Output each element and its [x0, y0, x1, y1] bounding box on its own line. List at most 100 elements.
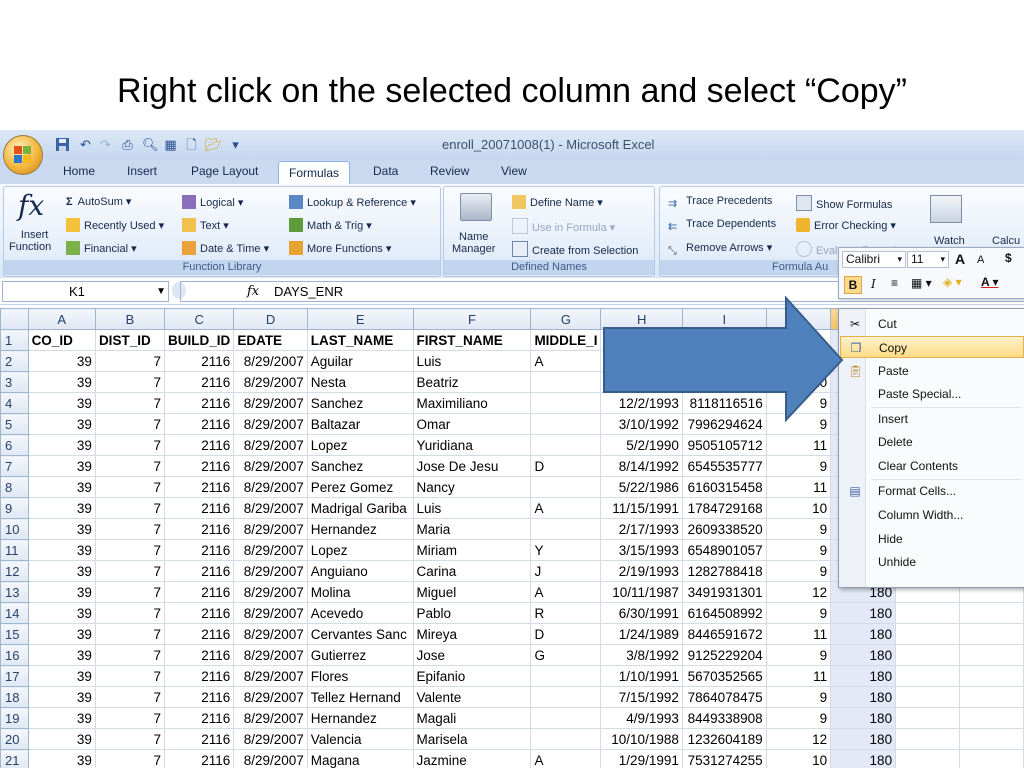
font-color-icon[interactable]: A ▾	[981, 275, 999, 289]
cell[interactable]: Epifanio	[412, 665, 532, 687]
cell[interactable]: 11	[765, 623, 832, 645]
cell[interactable]: Jose	[412, 644, 532, 666]
tab-formulas[interactable]: Formulas	[278, 161, 350, 185]
office-button[interactable]	[3, 135, 43, 175]
cell[interactable]: 3491931301	[681, 581, 767, 603]
cell[interactable]: 39	[27, 518, 96, 540]
cell[interactable]: 2116	[164, 707, 235, 729]
chart-icon[interactable]: ▦	[163, 137, 178, 152]
cell[interactable]: 2116	[164, 686, 235, 708]
trace-precedents-button[interactable]: ⇉ Trace Precedents	[668, 195, 772, 211]
menu-item-column-width[interactable]: Column Width...	[840, 504, 1024, 526]
cell[interactable]: 6548901057	[681, 539, 767, 561]
cell[interactable]	[530, 686, 602, 708]
row-header[interactable]: 8	[0, 476, 29, 498]
cell[interactable]: 39	[27, 644, 96, 666]
cell[interactable]	[530, 434, 602, 456]
row-header[interactable]: 15	[0, 623, 29, 645]
cell[interactable]: Miriam	[412, 539, 532, 561]
logical-button[interactable]: Logical ▾	[182, 195, 243, 209]
cell[interactable]	[530, 518, 602, 540]
cell[interactable]	[958, 665, 1024, 687]
cell[interactable]	[530, 371, 602, 393]
tab-home[interactable]: Home	[63, 164, 95, 178]
cell[interactable]: Jazmine	[412, 749, 532, 768]
watch-window-icon[interactable]	[930, 195, 962, 223]
cell[interactable]: 2116	[164, 602, 235, 624]
cell[interactable]	[530, 728, 602, 750]
cell[interactable]: 39	[27, 602, 96, 624]
cell[interactable]: 39	[27, 581, 96, 603]
shrink-font-button[interactable]: A	[977, 254, 984, 266]
cell[interactable]: Aguilar	[306, 350, 414, 372]
trace-dependents-button[interactable]: ⇇ Trace Dependents	[668, 218, 776, 234]
cell[interactable]: 8/29/2007	[233, 728, 308, 750]
cell[interactable]: 7	[94, 602, 166, 624]
italic-button[interactable]: I	[871, 277, 876, 291]
cell[interactable]: BUILD_ID	[164, 329, 235, 351]
cell[interactable]: A	[530, 497, 602, 519]
cell[interactable]: 8/29/2007	[233, 539, 308, 561]
cell[interactable]	[895, 644, 960, 666]
name-box[interactable]: K1 ▼	[2, 281, 169, 302]
cell[interactable]: 1232604189	[681, 728, 767, 750]
cell[interactable]: Valente	[412, 686, 532, 708]
cell[interactable]: 8446591672	[681, 623, 767, 645]
cell[interactable]	[958, 686, 1024, 708]
cell[interactable]: 11	[765, 665, 832, 687]
cell[interactable]: 7	[94, 413, 166, 435]
menu-item-paste-special[interactable]: Paste Special...	[840, 383, 1024, 405]
cell[interactable]: 39	[27, 371, 96, 393]
row-header[interactable]: 18	[0, 686, 29, 708]
cell[interactable]: 39	[27, 623, 96, 645]
cell[interactable]: Miguel	[412, 581, 532, 603]
cell[interactable]: 9	[765, 644, 832, 666]
cell[interactable]	[958, 707, 1024, 729]
cell[interactable]: Beatriz	[412, 371, 532, 393]
print-icon[interactable]: ⎙	[120, 137, 135, 152]
text-button[interactable]: Text ▾	[182, 218, 229, 232]
cell[interactable]: 7	[94, 350, 166, 372]
row-header[interactable]: 17	[0, 665, 29, 687]
cell[interactable]: J	[530, 560, 602, 582]
date-time-button[interactable]: Date & Time ▾	[182, 241, 269, 255]
cell[interactable]: 8/29/2007	[233, 518, 308, 540]
fill-color-icon[interactable]: ◈ ▾	[943, 275, 962, 289]
cell[interactable]: 8/29/2007	[233, 413, 308, 435]
cell[interactable]: 2116	[164, 644, 235, 666]
cell[interactable]: 39	[27, 350, 96, 372]
cell[interactable]: 6545535777	[681, 455, 767, 477]
cell[interactable]: 8/29/2007	[233, 749, 308, 768]
column-header[interactable]: B	[94, 308, 166, 330]
cell[interactable]: Sanchez	[306, 455, 414, 477]
menu-item-copy[interactable]: ❐ Copy	[840, 336, 1024, 358]
cell[interactable]: 7	[94, 560, 166, 582]
cell[interactable]: 6160315458	[681, 476, 767, 498]
column-header[interactable]: D	[233, 308, 308, 330]
cell[interactable]: 39	[27, 728, 96, 750]
cell[interactable]: 1/29/1991	[600, 749, 683, 768]
watch-window-button[interactable]: Watch	[934, 235, 965, 247]
row-header[interactable]: 10	[0, 518, 29, 540]
cell[interactable]: Acevedo	[306, 602, 414, 624]
cell[interactable]: Nancy	[412, 476, 532, 498]
insert-function-button[interactable]: Insert Function	[9, 229, 51, 253]
cell[interactable]: Tellez Hernand	[306, 686, 414, 708]
cell[interactable]: 4/9/1993	[600, 707, 683, 729]
cell[interactable]: D	[530, 623, 602, 645]
row-header[interactable]: 6	[0, 434, 29, 456]
cell[interactable]: 2116	[164, 665, 235, 687]
cell[interactable]: 2116	[164, 539, 235, 561]
cell[interactable]: 7864078475	[681, 686, 767, 708]
cell[interactable]: Flores	[306, 665, 414, 687]
cell[interactable]: 39	[27, 392, 96, 414]
cell[interactable]: 7	[94, 644, 166, 666]
cell[interactable]: 2116	[164, 623, 235, 645]
define-name-button[interactable]: Define Name ▾	[512, 195, 603, 209]
cell[interactable]	[895, 686, 960, 708]
cell[interactable]: 8/29/2007	[233, 371, 308, 393]
cell[interactable]: 6/30/1991	[600, 602, 683, 624]
cell[interactable]: 39	[27, 476, 96, 498]
cell[interactable]	[530, 476, 602, 498]
cell[interactable]: 8/29/2007	[233, 560, 308, 582]
